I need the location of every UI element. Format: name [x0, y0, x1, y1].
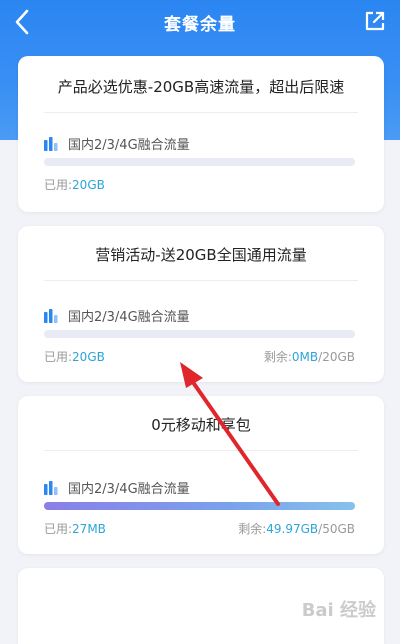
- remaining-label: 剩余:: [238, 522, 267, 536]
- watermark: Bai 经验: [301, 600, 376, 621]
- used-amount: 已用:20GB: [44, 176, 105, 193]
- page-title: 套餐余量: [164, 14, 236, 35]
- divider: [44, 112, 358, 113]
- top-bar: 套餐余量: [0, 0, 400, 44]
- traffic-item: 国内2/3/4G融合流量: [44, 478, 190, 497]
- used-label: 已用:: [44, 178, 73, 192]
- used-value: 20GB: [72, 350, 105, 364]
- remaining-value: 0MB: [291, 350, 319, 364]
- remaining-amount: 剩余:0MB/20GB: [264, 348, 355, 365]
- package-card[interactable]: 0元移动和享包 国内2/3/4G融合流量 已用:27MB 剩余:49.97GB/…: [18, 396, 384, 554]
- package-title: 营销活动-送20GB全国通用流量: [95, 246, 307, 264]
- remaining-value: 49.97GB: [266, 522, 319, 536]
- remaining-total: /50GB: [318, 522, 355, 536]
- package-card[interactable]: 营销活动-送20GB全国通用流量 国内2/3/4G融合流量 已用:20GB 剩余…: [18, 226, 384, 382]
- bar-chart-icon: [44, 480, 58, 495]
- used-label: 已用:: [44, 350, 73, 364]
- traffic-item-label: 国内2/3/4G融合流量: [68, 482, 190, 497]
- usage-progress-bar: [44, 158, 355, 166]
- usage-progress-bar: [44, 330, 355, 338]
- package-card[interactable]: 产品必选优惠-20GB高速流量，超出后限速 国内2/3/4G融合流量 已用:20…: [18, 56, 384, 212]
- traffic-item: 国内2/3/4G融合流量: [44, 306, 190, 325]
- used-value: 20GB: [72, 178, 105, 192]
- used-amount: 已用:20GB: [44, 348, 105, 365]
- remaining-amount: 剩余:49.97GB/50GB: [238, 520, 355, 537]
- remaining-label: 剩余:: [263, 350, 292, 364]
- divider: [44, 280, 358, 281]
- remaining-total: /20GB: [318, 350, 355, 364]
- usage-progress-fill: [44, 502, 355, 510]
- traffic-item-label: 国内2/3/4G融合流量: [68, 310, 190, 325]
- traffic-item-label: 国内2/3/4G融合流量: [68, 138, 190, 153]
- usage-progress-bar: [44, 502, 355, 510]
- back-button[interactable]: [8, 6, 36, 38]
- package-title: 0元移动和享包: [151, 416, 251, 434]
- bar-chart-icon: [44, 136, 58, 151]
- package-title: 产品必选优惠-20GB高速流量，超出后限速: [57, 78, 345, 96]
- share-external-icon: [365, 11, 385, 31]
- bar-chart-icon: [44, 308, 58, 323]
- share-button[interactable]: [362, 8, 388, 34]
- divider: [44, 450, 358, 451]
- chevron-left-icon: [15, 9, 29, 35]
- traffic-item: 国内2/3/4G融合流量: [44, 134, 190, 153]
- used-amount: 已用:27MB: [44, 520, 106, 537]
- used-value: 27MB: [72, 522, 106, 536]
- used-label: 已用:: [44, 522, 73, 536]
